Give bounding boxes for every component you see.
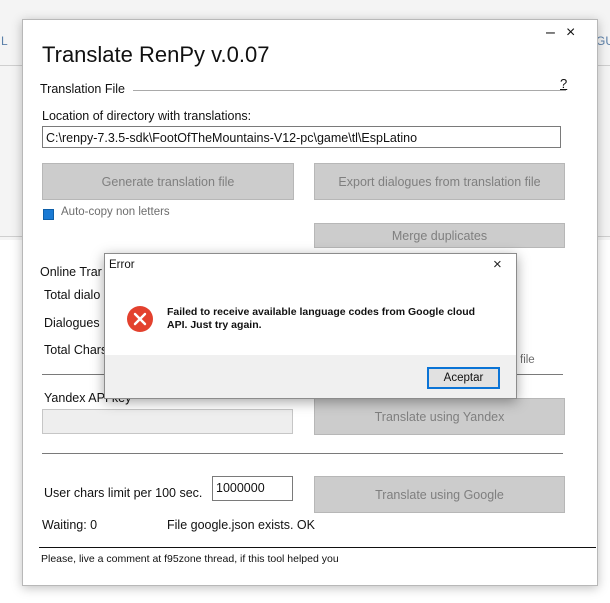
translate-google-button[interactable]: Translate using Google [314, 476, 565, 513]
dialog-close-button[interactable]: × [493, 256, 502, 273]
ok-button[interactable]: Aceptar [427, 367, 500, 389]
close-button[interactable]: × [566, 24, 575, 42]
user-chars-limit-label: User chars limit per 100 sec. [44, 486, 203, 500]
auto-copy-checkbox[interactable] [43, 209, 54, 220]
online-section-label: Online Trar [40, 265, 102, 279]
yandex-key-input[interactable] [42, 409, 293, 434]
background-edge-text-left: L [1, 34, 8, 48]
dialog-title: Error [109, 259, 135, 271]
waiting-status: Waiting: 0 [42, 518, 98, 532]
translate-yandex-button[interactable]: Translate using Yandex [314, 398, 565, 435]
file-label-fragment: file [520, 354, 535, 366]
auto-copy-label: Auto-copy non letters [61, 206, 170, 218]
dialog-message: Failed to receive available language cod… [167, 306, 476, 331]
section-divider [133, 90, 566, 91]
help-link[interactable]: ? [560, 76, 567, 91]
minimize-button[interactable]: – [546, 24, 555, 42]
total-dialogues-label: Total dialo [44, 288, 101, 302]
total-chars-label: Total Chars [44, 343, 108, 357]
separator-line [42, 453, 563, 454]
location-label: Location of directory with translations: [42, 109, 252, 123]
error-dialog: Error × Failed to receive available lang… [104, 253, 517, 399]
background-edge-text-right: GU [596, 34, 610, 48]
dialogues-label: Dialogues [44, 316, 100, 330]
merge-duplicates-button[interactable]: Merge duplicates [314, 223, 565, 248]
export-dialogues-button[interactable]: Export dialogues from translation file [314, 163, 565, 200]
google-json-status: File google.json exists. OK [167, 518, 315, 532]
translation-file-section-label: Translation File [40, 82, 125, 96]
footer-divider [39, 547, 596, 548]
footer-text: Please, live a comment at f95zone thread… [41, 553, 339, 565]
generate-translation-button[interactable]: Generate translation file [42, 163, 294, 200]
app-title: Translate RenPy v.0.07 [42, 42, 270, 67]
user-chars-limit-input[interactable]: 1000000 [212, 476, 293, 501]
location-path-field[interactable]: C:\renpy-7.3.5-sdk\FootOfTheMountains-V1… [42, 126, 561, 148]
error-icon [126, 305, 154, 333]
